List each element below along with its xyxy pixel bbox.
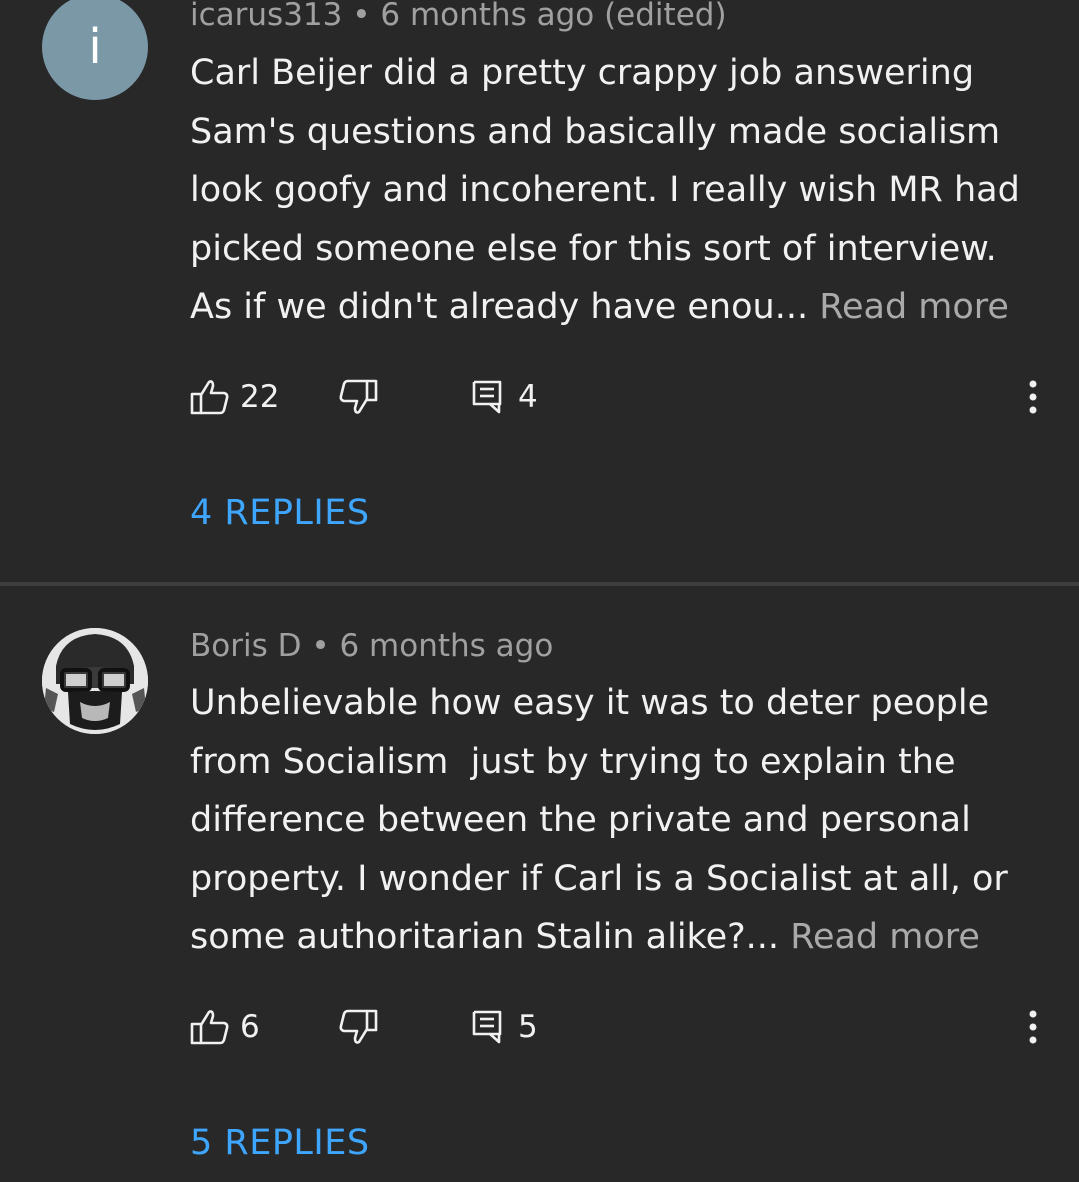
comment-text-content: Carl Beijer did a pretty crappy job answ… <box>190 53 1031 327</box>
avatar[interactable] <box>42 628 148 734</box>
comment-text-content: Unbelievable how easy it was to deter pe… <box>190 683 1019 957</box>
comment-item: Boris D • 6 months ago Unbelievable how … <box>0 586 1079 1182</box>
comment-actions: 6 5 <box>190 1002 1050 1052</box>
more-vert-icon <box>1029 1010 1037 1044</box>
meta-separator: • <box>311 628 330 664</box>
thumbs-down-icon <box>339 1009 378 1044</box>
meta-separator: • <box>352 0 371 33</box>
comment-time: 6 months ago <box>339 628 554 664</box>
comment-menu-button[interactable] <box>1016 372 1050 422</box>
read-more-link[interactable]: Read more <box>790 917 980 957</box>
comment-icon <box>472 1010 502 1044</box>
comment-menu-button[interactable] <box>1016 1002 1050 1052</box>
comment-text: Unbelievable how easy it was to deter pe… <box>190 674 1050 967</box>
reply-count: 4 <box>518 379 538 415</box>
dislike-button[interactable] <box>338 372 378 422</box>
thumbs-up-icon <box>190 1010 229 1045</box>
avatar[interactable]: i <box>42 0 148 100</box>
reply-button[interactable]: 5 <box>472 1002 538 1052</box>
reply-count: 5 <box>518 1009 538 1045</box>
comment-item: i icarus313 • 6 months ago (edited) Carl… <box>0 0 1079 583</box>
avatar-photo <box>42 628 148 734</box>
like-button[interactable]: 6 <box>190 1002 260 1052</box>
author-name[interactable]: icarus313 <box>190 0 342 33</box>
avatar-letter: i <box>88 19 102 75</box>
like-count: 22 <box>240 379 280 415</box>
read-more-link[interactable]: Read more <box>819 287 1009 327</box>
dislike-button[interactable] <box>338 1002 378 1052</box>
comment-text: Carl Beijer did a pretty crappy job answ… <box>190 44 1050 337</box>
comment-actions: 22 4 <box>190 372 1050 422</box>
like-button[interactable]: 22 <box>190 372 279 422</box>
comment-time: 6 months ago (edited) <box>380 0 727 33</box>
thumbs-up-icon <box>190 380 229 415</box>
view-replies-button[interactable]: 4 REPLIES <box>190 496 370 531</box>
author-name[interactable]: Boris D <box>190 628 301 664</box>
like-count: 6 <box>240 1009 260 1045</box>
view-replies-button[interactable]: 5 REPLIES <box>190 1126 370 1161</box>
thumbs-down-icon <box>339 379 378 414</box>
comment-icon <box>472 380 502 414</box>
reply-button[interactable]: 4 <box>472 372 538 422</box>
comment-meta: icarus313 • 6 months ago (edited) <box>190 0 727 31</box>
more-vert-icon <box>1029 380 1037 414</box>
comment-meta: Boris D • 6 months ago <box>190 631 553 662</box>
